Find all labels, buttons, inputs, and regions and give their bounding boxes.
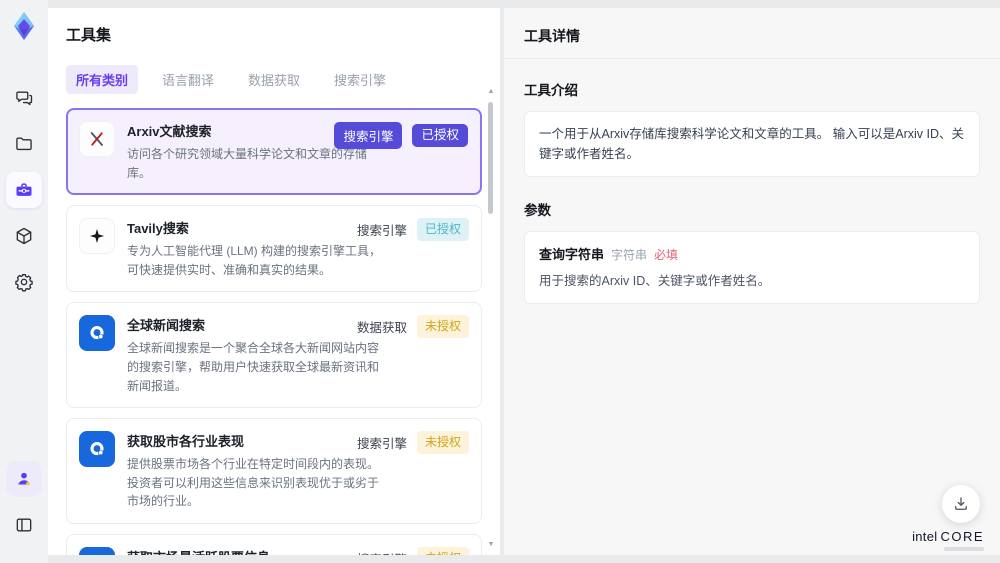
tool-item-stock-sector[interactable]: 获取股市各行业表现 提供股票市场各个行业在特定时间段内的表现。投资者可以利用这些… [66, 418, 482, 524]
scroll-up-icon[interactable]: ▲ [486, 88, 496, 96]
param-description: 用于搜索的Arxiv ID、关键字或作者姓名。 [539, 274, 771, 288]
toolbox-icon[interactable] [6, 172, 42, 208]
parameter-box: 查询字符串 字符串 必填 用于搜索的Arxiv ID、关键字或作者姓名。 [524, 231, 980, 304]
news-app-logo-icon [79, 315, 115, 352]
intro-heading: 工具介绍 [524, 83, 578, 98]
tool-description: 专为人工智能代理 (LLM) 构建的搜索引擎工具，可快速提供实时、准确和真实的结… [127, 244, 382, 277]
category-tabs: 所有类别 语言翻译 数据获取 搜索引擎 [66, 65, 482, 94]
tab-search-engine[interactable]: 搜索引擎 [324, 65, 396, 94]
cube-icon[interactable] [6, 218, 42, 254]
download-icon [955, 497, 967, 510]
arxiv-logo-icon [79, 121, 115, 157]
tool-item-global-news[interactable]: 全球新闻搜索 全球新闻搜索是一个聚合全球各大新闻网站内容的搜索引擎，帮助用户快速… [66, 302, 482, 409]
category-tag: 数据获取 [356, 321, 407, 336]
tool-name: 获取市场最活跃股票信息 [127, 547, 383, 555]
param-name: 查询字符串 [539, 247, 605, 262]
scrollbar-thumb[interactable] [488, 102, 493, 214]
intel-wordmark: intel [912, 529, 938, 544]
detail-title: 工具详情 [524, 28, 580, 44]
tool-list-panel: 工具集 所有类别 语言翻译 数据获取 搜索引擎 Arxiv文献搜索 访问各个研究… [48, 8, 500, 555]
sidebar [0, 0, 48, 563]
tool-description: 访问各个研究领域大量科学论文和文章的存储库。 [127, 147, 368, 180]
tavily-logo-icon [79, 218, 115, 255]
tab-all-categories[interactable]: 所有类别 [66, 65, 139, 94]
news-app-logo-icon [79, 546, 115, 555]
tab-data-fetching[interactable]: 数据获取 [238, 65, 310, 94]
tool-name: 获取股市各行业表现 [127, 434, 245, 450]
intro-box: 一个用于从Arxiv存储库搜索科学论文和文章的工具。 输入可以是Arxiv ID… [524, 111, 980, 177]
panel-collapse-icon[interactable] [6, 507, 42, 543]
download-button[interactable] [942, 485, 980, 523]
tool-item-arxiv[interactable]: Arxiv文献搜索 访问各个研究领域大量科学论文和文章的存储库。 搜索引擎 已授… [66, 108, 482, 196]
params-heading: 参数 [524, 203, 551, 218]
folder-icon[interactable] [6, 126, 42, 162]
core-wordmark: core [940, 529, 984, 544]
tool-description: 全球新闻搜索是一个聚合全球各大新闻网站内容的搜索引擎，帮助用户快速获取全球最新资… [127, 341, 380, 393]
tool-description: 提供股票市场各个行业在特定时间段内的表现。投资者可以利用这些信息来识别表现优于或… [127, 457, 380, 509]
category-tag: 搜索引擎 [356, 223, 407, 238]
scroll-down-icon[interactable]: ▼ [486, 541, 496, 549]
user-profile-icon[interactable] [6, 461, 42, 497]
param-required-flag: 必填 [654, 248, 679, 262]
tool-name: 全球新闻搜索 [127, 318, 206, 334]
auth-status-badge: 未授权 [416, 546, 469, 555]
tool-item-active-stocks[interactable]: 获取市场最活跃股票信息 提供当天交易量最高的股票列表。投资者可以利用这些信息来识… [66, 533, 482, 555]
news-app-logo-icon [79, 431, 115, 468]
category-tag: 搜索引擎 [357, 549, 407, 555]
page-title: 工具集 [66, 27, 112, 44]
tool-detail-panel: 工具详情 工具介绍 一个用于从Arxiv存储库搜索科学论文和文章的工具。 输入可… [504, 8, 1000, 555]
chat-icon[interactable] [6, 80, 42, 116]
tool-item-tavily[interactable]: Tavily搜索 专为人工智能代理 (LLM) 构建的搜索引擎工具，可快速提供实… [66, 205, 482, 293]
list-scrollbar[interactable]: ▲ ▼ [486, 88, 496, 549]
settings-gear-icon[interactable] [6, 264, 42, 300]
tool-name: Tavily搜索 [127, 221, 189, 237]
tool-list: Arxiv文献搜索 访问各个研究领域大量科学论文和文章的存储库。 搜索引擎 已授… [66, 108, 482, 555]
category-tag: 搜索引擎 [356, 436, 407, 451]
app-logo-icon [8, 10, 40, 42]
detail-header: 工具详情 [504, 8, 1000, 59]
auth-status-badge: 已授权 [416, 218, 469, 241]
intro-text: 一个用于从Arxiv存储库搜索科学论文和文章的工具。 输入可以是Arxiv ID… [539, 127, 965, 161]
intel-sub-badge [944, 547, 984, 551]
category-tag: 搜索引擎 [334, 122, 403, 149]
auth-status-badge: 未授权 [416, 431, 469, 454]
tab-language-translation[interactable]: 语言翻译 [152, 65, 224, 94]
auth-status-badge: 未授权 [416, 315, 469, 338]
intel-core-logo: intel core [912, 529, 984, 551]
auth-status-badge: 已授权 [412, 124, 468, 147]
param-type: 字符串 [611, 248, 648, 262]
